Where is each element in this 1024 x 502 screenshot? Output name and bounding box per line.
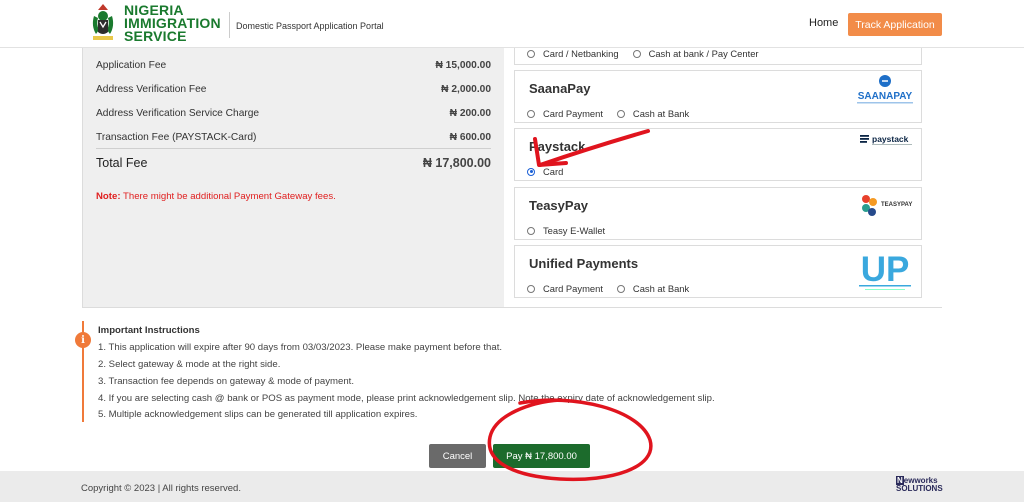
site-footer: Copyright © 2023 | All rights reserved. …: [0, 471, 1024, 502]
unified-payments-logo-icon: UP: [859, 250, 911, 290]
note-prefix: Note:: [96, 191, 121, 202]
total-fee-amount: ₦ 17,800.00: [422, 156, 491, 170]
radio-card-netbanking[interactable]: [527, 49, 535, 58]
gateway-card-paystack: Paystack Card paystack: [514, 128, 922, 181]
teasypay-logo-icon: TEASYPAY: [862, 195, 912, 216]
coat-of-arms-icon: [92, 4, 114, 40]
paystack-logo: paystack: [859, 133, 915, 147]
fee-amount: ₦ 2,000.00: [441, 84, 491, 95]
teasypay-logo: TEASYPAY: [857, 192, 915, 218]
site-header: NIGERIA IMMIGRATION SERVICE Domestic Pas…: [0, 0, 1024, 48]
agency-logo-text: NIGERIA IMMIGRATION SERVICE: [124, 2, 221, 44]
payment-gateways: Card / Netbanking Cash at bank / Pay Cen…: [504, 38, 942, 307]
fee-label: Address Verification Service Charge: [96, 108, 260, 119]
instructions-title: Important Instructions: [98, 325, 200, 336]
radio-paystack-card[interactable]: [527, 167, 535, 176]
fee-label: Address Verification Fee: [96, 84, 207, 95]
svg-text:SAANAPAY: SAANAPAY: [858, 91, 913, 102]
radio-saanapay-card-payment[interactable]: [527, 109, 535, 118]
option-label: Cash at Bank: [632, 108, 690, 119]
gateway-card-saanapay: SaanaPay Card Payment Cash at Bank SAANA…: [514, 70, 922, 123]
option-label: Teasy E-Wallet: [543, 225, 606, 236]
gateway-title: SaanaPay: [529, 81, 591, 96]
unified-payments-logo: UP: [855, 248, 915, 294]
gateway-title: Unified Payments: [529, 256, 639, 271]
pay-button[interactable]: Pay ₦ 17,800.00: [493, 444, 590, 468]
radio-unified-card-payment[interactable]: [527, 284, 535, 293]
fee-row: Address Verification Fee ₦ 2,000.00: [96, 84, 491, 95]
important-instructions: i Important Instructions 1. This applica…: [75, 321, 942, 422]
fee-amount: ₦ 15,000.00: [435, 60, 491, 71]
paystack-logo-icon: paystack: [860, 134, 912, 145]
option-label: Cash at bank / Pay Center: [648, 48, 759, 59]
svg-text:TEASYPAY: TEASYPAY: [881, 202, 912, 208]
newworks-logo: Newworks SOLUTIONS: [896, 476, 943, 493]
total-fee-row: Total Fee ₦ 17,800.00: [96, 156, 491, 170]
radio-teasy-ewallet[interactable]: [527, 226, 535, 235]
svg-text:paystack: paystack: [872, 134, 909, 144]
copyright-text: Copyright © 2023 | All rights reserved.: [81, 483, 241, 494]
option-label: Card / Netbanking: [543, 48, 619, 59]
instruction-line: 5. Multiple acknowledgement slips can be…: [98, 409, 418, 420]
option-label: Card: [543, 166, 564, 177]
gateway-fee-note: Note: There might be additional Payment …: [96, 191, 336, 202]
option-label: Cash at Bank: [632, 283, 690, 294]
option-label: Card Payment: [543, 108, 603, 119]
instruction-line: 3. Transaction fee depends on gateway & …: [98, 376, 354, 387]
logo-divider: [229, 12, 230, 38]
fee-amount: ₦ 600.00: [449, 132, 491, 143]
option-label: Card Payment: [543, 283, 603, 294]
fee-row: Application Fee ₦ 15,000.00: [96, 60, 491, 71]
gateway-title: TeasyPay: [529, 198, 589, 213]
portal-name: Domestic Passport Application Portal: [236, 21, 384, 31]
saanapay-logo-icon: SAANAPAY: [857, 75, 913, 104]
fee-summary: Application Fee ₦ 15,000.00 Address Veri…: [83, 48, 504, 307]
payment-panel: Application Fee ₦ 15,000.00 Address Veri…: [82, 38, 942, 308]
radio-unified-cash-at-bank[interactable]: [616, 284, 625, 293]
fee-row: Transaction Fee (PAYSTACK-Card) ₦ 600.00: [96, 132, 491, 143]
track-application-button[interactable]: Track Application: [848, 13, 942, 36]
gateway-title: Paystack: [529, 139, 586, 154]
instruction-line: 2. Select gateway & mode at the right si…: [98, 359, 281, 370]
fee-label: Application Fee: [96, 60, 167, 71]
fee-amount: ₦ 200.00: [449, 108, 491, 119]
svg-text:UP: UP: [861, 250, 910, 289]
fee-divider: [96, 148, 491, 149]
gateway-card-unified-payments: Unified Payments Card Payment Cash at Ba…: [514, 245, 922, 298]
radio-cash-at-bank-pay-center[interactable]: [632, 49, 641, 58]
saanapay-logo: SAANAPAY: [855, 73, 915, 107]
instruction-line: 4. If you are selecting cash @ bank or P…: [98, 393, 715, 404]
nav-home-link[interactable]: Home: [809, 17, 838, 29]
total-fee-label: Total Fee: [96, 156, 148, 170]
instruction-line: 1. This application will expire after 90…: [98, 342, 503, 353]
fee-row: Address Verification Service Charge ₦ 20…: [96, 108, 491, 119]
info-icon: i: [75, 332, 91, 348]
radio-saanapay-cash-at-bank[interactable]: [616, 109, 625, 118]
note-text: There might be additional Payment Gatewa…: [120, 191, 336, 202]
gateway-card-teasypay: TeasyPay Teasy E-Wallet TEASYPAY: [514, 187, 922, 240]
cancel-button[interactable]: Cancel: [429, 444, 486, 468]
fee-label: Transaction Fee (PAYSTACK-Card): [96, 132, 257, 143]
